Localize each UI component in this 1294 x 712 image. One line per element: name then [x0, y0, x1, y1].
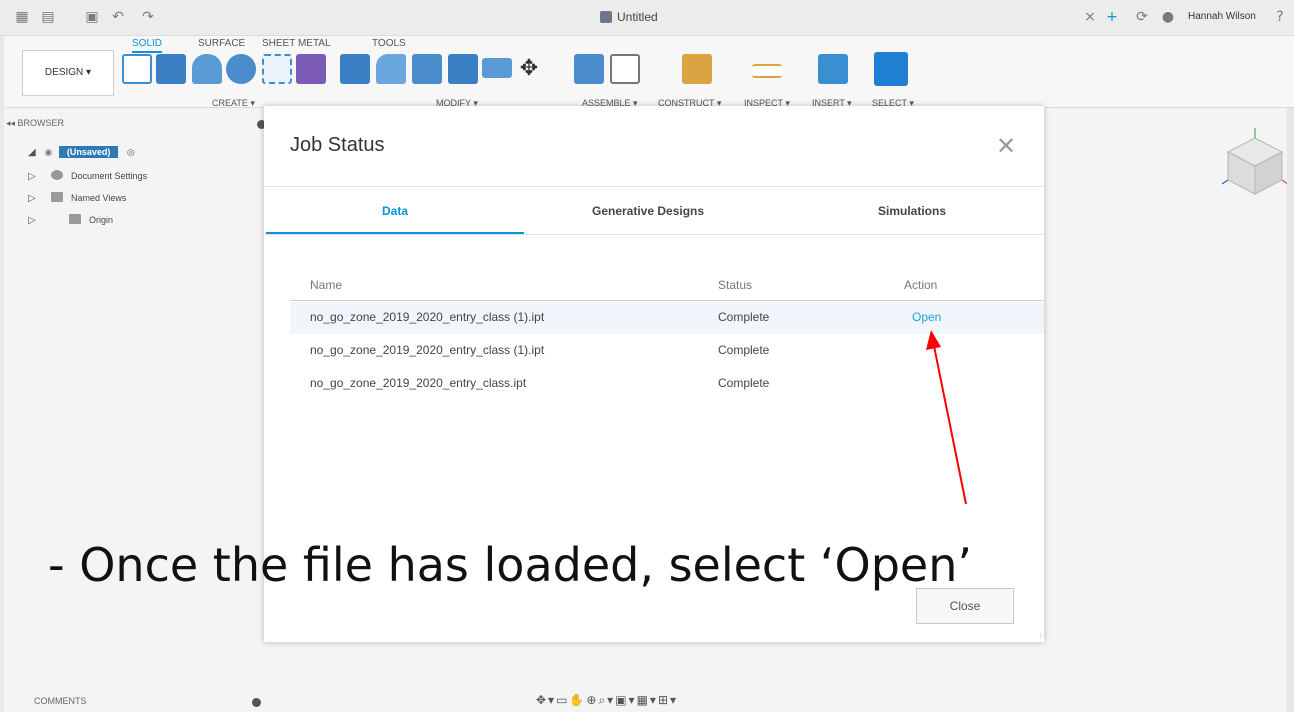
tab-solid[interactable]: SOLID: [132, 38, 163, 53]
undo-icon[interactable]: ↶: [110, 9, 126, 25]
instruction-caption: - Once the file has loaded, select ‘Open…: [48, 538, 972, 592]
redo-icon[interactable]: ↷: [140, 9, 156, 25]
measure-icon[interactable]: [752, 64, 782, 78]
collapsed-triangle-icon[interactable]: ▷: [28, 215, 38, 226]
document-cube-icon: [600, 11, 612, 23]
divider: [264, 234, 1044, 235]
orbit-icon[interactable]: ✥▾: [536, 693, 556, 707]
row-status: Complete: [718, 343, 770, 357]
viewports-icon[interactable]: ⊞▾: [658, 693, 678, 707]
comments-pin-icon[interactable]: [252, 698, 261, 707]
display-settings-icon[interactable]: ▣▾: [615, 693, 636, 707]
tab-data[interactable]: Data: [382, 204, 408, 218]
offset-plane-icon[interactable]: [682, 54, 712, 84]
loft-icon[interactable]: [262, 54, 292, 84]
folder-icon: [50, 192, 63, 202]
unsaved-badge: (Unsaved): [58, 146, 119, 158]
browser-root[interactable]: ◢ ◉ (Unsaved) ◎: [28, 146, 135, 164]
file-menu-icon[interactable]: ▤: [40, 9, 56, 25]
close-tab-icon[interactable]: ×: [1082, 9, 1098, 25]
close-icon[interactable]: ✕: [996, 134, 1016, 158]
left-edge: [0, 0, 4, 712]
collapse-browser-icon[interactable]: ◂◂: [6, 118, 18, 128]
row-name: no_go_zone_2019_2020_entry_class (1).ipt: [310, 343, 545, 357]
save-icon[interactable]: ▣: [84, 9, 100, 25]
column-header-action: Action: [904, 278, 938, 292]
row-status: Complete: [718, 310, 770, 324]
split-body-icon[interactable]: [482, 58, 512, 78]
row-name: no_go_zone_2019_2020_entry_class (1).ipt: [310, 310, 545, 324]
workspace-design-button[interactable]: DESIGN ▾: [22, 50, 114, 96]
tab-surface[interactable]: SURFACE: [198, 38, 245, 49]
pan-icon[interactable]: ✋: [569, 693, 586, 707]
online-status-icon[interactable]: ●: [1160, 9, 1176, 25]
column-header-status: Status: [718, 278, 753, 292]
expand-triangle-icon[interactable]: ◢: [28, 147, 38, 158]
help-icon[interactable]: ?: [1272, 9, 1288, 25]
view-cube[interactable]: [1222, 128, 1288, 202]
shell-icon[interactable]: [412, 54, 442, 84]
right-scrollbar[interactable]: [1287, 108, 1294, 712]
browser-item-document-settings[interactable]: ▷ Document Settings: [28, 170, 147, 188]
new-component-icon[interactable]: [574, 54, 604, 84]
toolbar: SOLID SURFACE SHEET METAL TOOLS DESIGN ▾…: [6, 36, 1294, 108]
joint-icon[interactable]: [610, 54, 640, 84]
zoom-icon[interactable]: ⊕: [586, 693, 598, 707]
collapsed-triangle-icon[interactable]: ▷: [28, 193, 38, 204]
navigation-toolbar[interactable]: ✥▾▭✋⊕⌕▾▣▾▦▾⊞▾: [536, 693, 678, 708]
comments-label[interactable]: COMMENTS: [34, 696, 87, 706]
folder-icon: [68, 214, 81, 224]
combine-icon[interactable]: [448, 54, 478, 84]
header-divider: [290, 300, 1044, 301]
table-row[interactable]: no_go_zone_2019_2020_entry_class (1).ipt…: [290, 302, 1044, 334]
browser-item-named-views[interactable]: ▷ Named Views: [28, 192, 126, 210]
open-link[interactable]: Open: [912, 310, 941, 324]
visibility-eye-icon[interactable]: ◉: [45, 147, 53, 157]
document-title: Untitled: [600, 10, 658, 24]
dialog-title: Job Status: [290, 134, 385, 156]
new-tab-icon[interactable]: +: [1104, 9, 1120, 25]
fillet-icon[interactable]: [376, 54, 406, 84]
look-at-icon[interactable]: ▭: [556, 693, 569, 707]
sweep-icon[interactable]: [226, 54, 256, 84]
form-icon[interactable]: [296, 54, 326, 84]
fusion-window: ▦ ▤ ▣ ↶ ↷ Untitled × + ⟳ ● Hannah Wilson…: [0, 0, 1294, 712]
revolve-icon[interactable]: [192, 54, 222, 84]
move-icon[interactable]: ✥: [514, 54, 544, 84]
browser-header[interactable]: ◂◂ BROWSER: [6, 118, 266, 134]
resize-grip-icon[interactable]: ⁝: [1039, 631, 1042, 640]
table-row[interactable]: no_go_zone_2019_2020_entry_class.ipt Com…: [290, 368, 1044, 400]
divider: [264, 186, 1044, 187]
select-icon[interactable]: [874, 52, 908, 86]
row-name: no_go_zone_2019_2020_entry_class.ipt: [310, 376, 527, 390]
extrude-icon[interactable]: [156, 54, 186, 84]
activate-radio-icon[interactable]: ◎: [127, 147, 135, 157]
job-status-icon[interactable]: ⟳: [1134, 9, 1150, 25]
grid-menu-icon[interactable]: ▦: [14, 9, 30, 25]
title-bar: ▦ ▤ ▣ ↶ ↷ Untitled × + ⟳ ● Hannah Wilson…: [0, 0, 1294, 36]
browser-item-origin[interactable]: ▷ Origin: [28, 214, 113, 232]
insert-image-icon[interactable]: [818, 54, 848, 84]
tab-sheet-metal[interactable]: SHEET METAL: [262, 38, 331, 49]
tab-simulations[interactable]: Simulations: [878, 204, 946, 218]
user-name[interactable]: Hannah Wilson: [1188, 11, 1256, 22]
collapsed-triangle-icon[interactable]: ▷: [28, 171, 38, 182]
tab-tools[interactable]: TOOLS: [372, 38, 406, 49]
create-sketch-icon[interactable]: [122, 54, 152, 84]
fit-icon[interactable]: ⌕▾: [598, 693, 615, 707]
tab-generative-designs[interactable]: Generative Designs: [592, 204, 704, 218]
create-menu[interactable]: CREATE ▾: [212, 98, 255, 109]
column-header-name: Name: [310, 278, 343, 292]
row-status: Complete: [718, 376, 770, 390]
grid-settings-icon[interactable]: ▦▾: [637, 693, 658, 707]
table-row[interactable]: no_go_zone_2019_2020_entry_class (1).ipt…: [290, 335, 1044, 367]
press-pull-icon[interactable]: [340, 54, 370, 84]
gear-icon: [50, 170, 63, 180]
close-button[interactable]: Close: [916, 588, 1014, 624]
